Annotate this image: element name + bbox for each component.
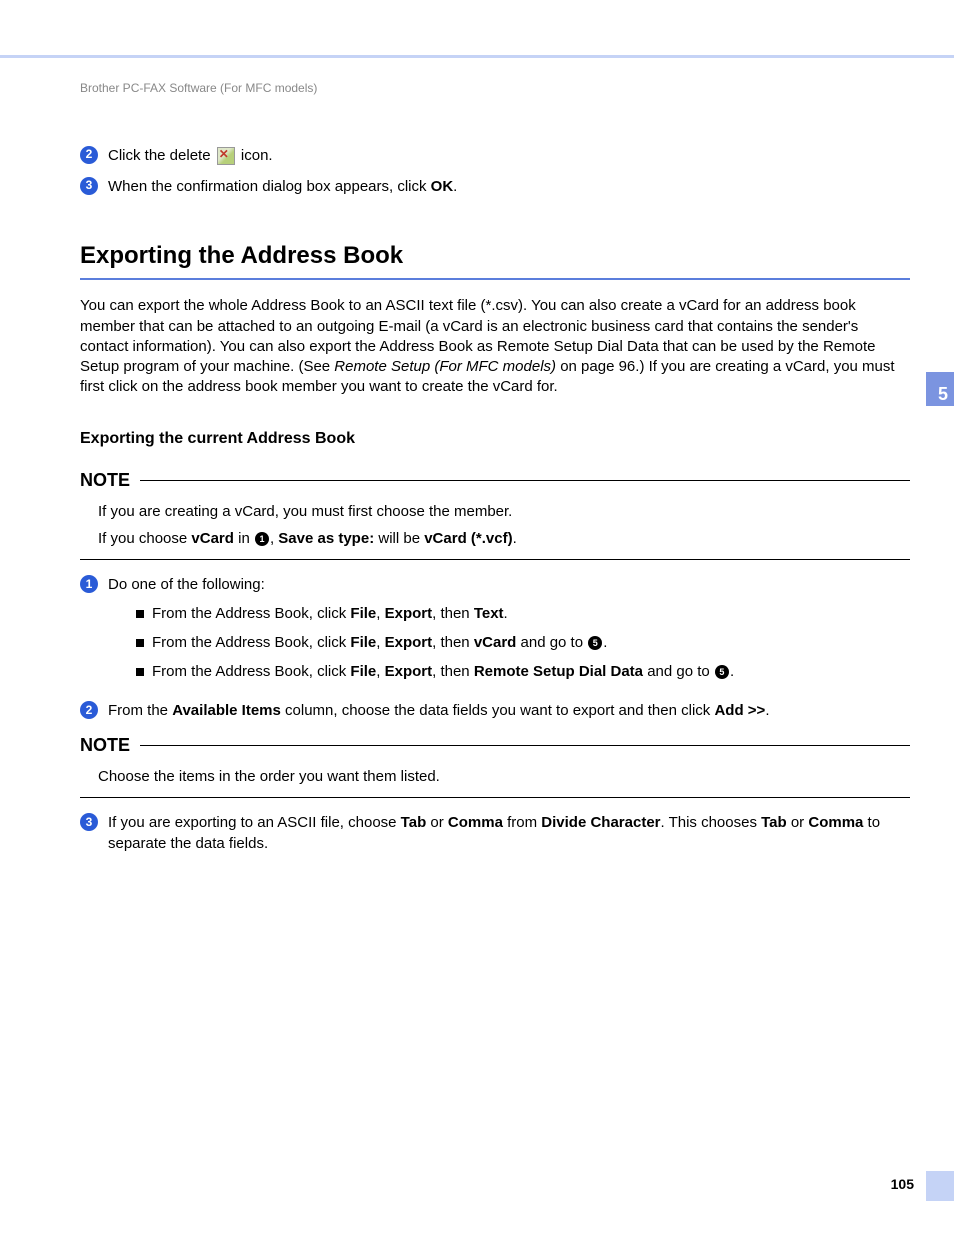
sub-item-1: From the Address Book, click File, Expor… xyxy=(136,603,734,624)
step-a-sublist: From the Address Book, click File, Expor… xyxy=(136,603,734,682)
bullet-icon xyxy=(136,610,144,618)
ref-step-5-icon: 5 xyxy=(588,636,602,650)
page-number: 105 xyxy=(891,1175,914,1195)
step-2: 2 Click the delete icon. xyxy=(80,145,910,166)
note-1-close xyxy=(80,559,910,560)
intro-paragraph: You can export the whole Address Book to… xyxy=(80,296,910,397)
note-2-header: NOTE xyxy=(80,733,910,758)
note-2-close xyxy=(80,797,910,798)
note-rule xyxy=(140,480,910,481)
section-rule xyxy=(80,278,910,280)
subheading: Exporting the current Address Book xyxy=(80,428,910,450)
ref-step-5-icon: 5 xyxy=(715,665,729,679)
note-2-line: Choose the items in the order you want t… xyxy=(98,766,910,787)
step-3-text: When the confirmation dialog box appears… xyxy=(108,176,457,197)
note-1-body: If you are creating a vCard, you must fi… xyxy=(98,501,910,549)
step-a-body: Do one of the following: From the Addres… xyxy=(108,574,734,690)
note-label: NOTE xyxy=(80,733,130,758)
bottom-ribbon xyxy=(926,1171,954,1201)
bullet-icon xyxy=(136,668,144,676)
ref-step-1-icon: 1 xyxy=(255,532,269,546)
side-ribbon xyxy=(926,58,954,1235)
note-label: NOTE xyxy=(80,468,130,493)
step-badge-3: 3 xyxy=(80,177,98,195)
breadcrumb: Brother PC-FAX Software (For MFC models) xyxy=(80,80,910,97)
step-badge-b: 2 xyxy=(80,701,98,719)
note-1-header: NOTE xyxy=(80,468,910,493)
step-badge-a: 1 xyxy=(80,575,98,593)
step-c-text: If you are exporting to an ASCII file, c… xyxy=(108,812,910,854)
step-a: 1 Do one of the following: From the Addr… xyxy=(80,574,910,690)
step-c: 3 If you are exporting to an ASCII file,… xyxy=(80,812,910,854)
note-2-body: Choose the items in the order you want t… xyxy=(98,766,910,787)
step-badge-c: 3 xyxy=(80,813,98,831)
step-badge-2: 2 xyxy=(80,146,98,164)
section-heading: Exporting the Address Book xyxy=(80,239,910,273)
note-1-line-1: If you are creating a vCard, you must fi… xyxy=(98,501,910,522)
delete-icon xyxy=(217,147,235,165)
top-stripe xyxy=(0,0,954,58)
step-2-text: Click the delete icon. xyxy=(108,145,273,166)
chapter-number: 5 xyxy=(938,382,948,407)
sub-item-2: From the Address Book, click File, Expor… xyxy=(136,632,734,653)
step-3: 3 When the confirmation dialog box appea… xyxy=(80,176,910,197)
step-b: 2 From the Available Items column, choos… xyxy=(80,700,910,721)
bullet-icon xyxy=(136,639,144,647)
step-b-text: From the Available Items column, choose … xyxy=(108,700,769,721)
page-content: Brother PC-FAX Software (For MFC models)… xyxy=(80,80,910,864)
sub-item-3: From the Address Book, click File, Expor… xyxy=(136,661,734,682)
note-1-line-2: If you choose vCard in 1, Save as type: … xyxy=(98,528,910,549)
note-rule xyxy=(140,745,910,746)
link-remote-setup[interactable]: Remote Setup (For MFC models) xyxy=(334,358,556,375)
